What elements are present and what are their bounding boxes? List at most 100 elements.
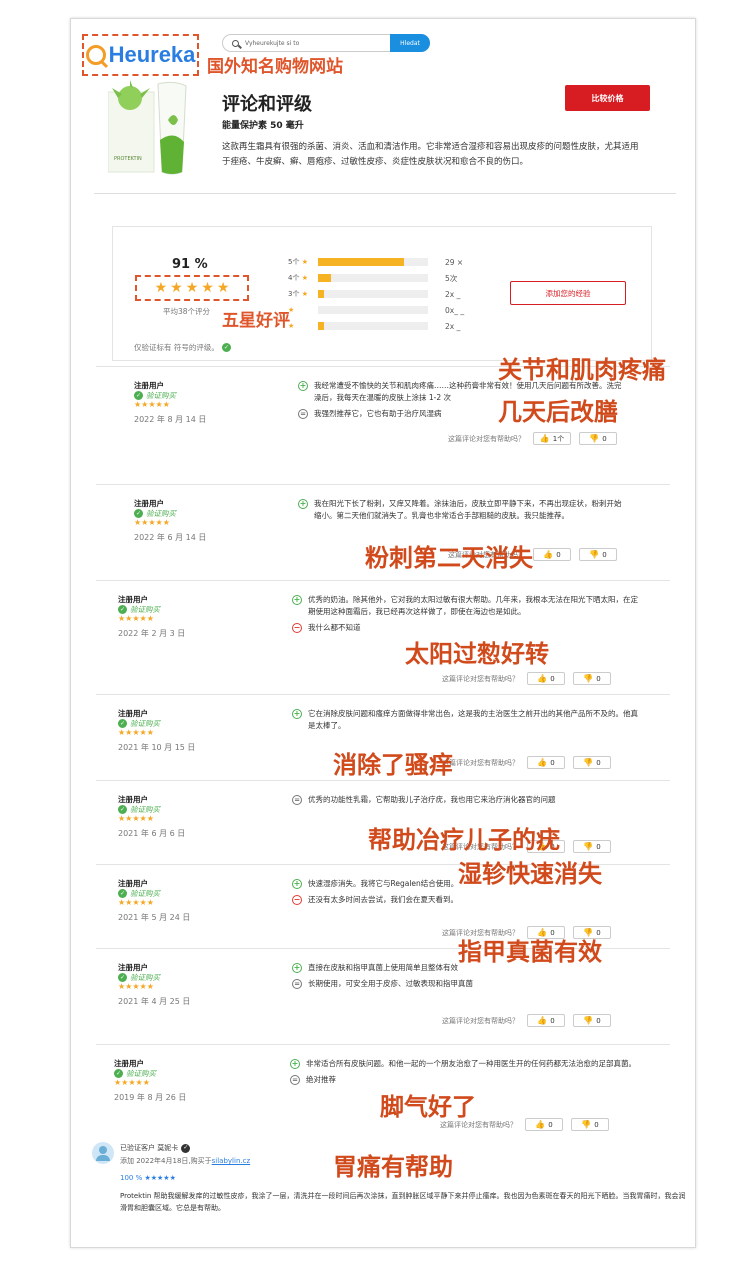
annotation-athletes-foot: 脚气好了 xyxy=(380,1093,476,1121)
rating-bar-row[interactable]: 3个 ★ 2x _ xyxy=(288,289,460,299)
thumbs-down-button[interactable]: 👎 0 xyxy=(573,1014,611,1027)
page-title: 评论和评级 xyxy=(222,94,312,115)
thumbs-up-icon: 👍 xyxy=(537,758,548,767)
plus-circle-icon: + xyxy=(292,963,302,973)
verified-check-icon: ✓ xyxy=(118,889,127,898)
review-text: 非常适合所有皮肤问题。和他一起的一个朋友治愈了一种用医生开的任何药都无法治愈的足… xyxy=(306,1059,636,1068)
thumbs-up-button[interactable]: 👍 0 xyxy=(533,548,571,561)
review-text: 还没有太多时间去尝试，我们会在夏天看到。 xyxy=(308,895,458,904)
search-button[interactable]: Hledat xyxy=(390,34,430,52)
verified-check-icon: ✓ xyxy=(134,391,143,400)
thumbs-down-button[interactable]: 👎 0 xyxy=(571,1118,609,1131)
helpful-prompt: 这篇评论对您有帮助吗？ 👍 0 👎 0 xyxy=(442,672,611,685)
logo-highlight[interactable]: Heureka xyxy=(82,34,199,76)
search-bar[interactable]: Vyheurekujte si to Hledat xyxy=(222,34,430,52)
last-review-user: 已验证客户 莫妮卡 ✓ xyxy=(120,1143,191,1153)
downvote-count: 0 xyxy=(602,434,607,443)
review-date: 2019 年 8 月 26 日 xyxy=(114,1093,187,1102)
review-date: 2022 年 8 月 14 日 xyxy=(134,415,207,424)
compare-prices-button[interactable]: 比较价格 xyxy=(565,85,650,111)
star-icon: ★ xyxy=(170,280,183,296)
thumbs-down-icon: 👎 xyxy=(583,1016,594,1025)
verified-check-icon: ✓ xyxy=(118,973,127,982)
review-summary: = 优秀的功能性乳霜，它帮助我儿子治疗疣，我也用它来治疗消化器官的问题 xyxy=(292,794,642,806)
annotation-acne: 粉刺第二天消失 xyxy=(365,544,533,572)
verified-note: 仅验证标有 符号的评级。 ✓ xyxy=(134,342,231,353)
star-icon: ★ xyxy=(185,280,199,296)
review-pro: + 优秀的奶油。除其他外，它对我的太阳过敏有很大帮助。几年来，我根本无法在阳光下晒… xyxy=(292,594,642,618)
thumbs-up-icon: 👍 xyxy=(535,1120,546,1129)
thumbs-down-button[interactable]: 👎 0 xyxy=(573,840,611,853)
thumbs-up-button[interactable]: 👍 0 xyxy=(527,672,565,685)
rating-bar-count: 0x_ _ xyxy=(445,305,465,315)
review-stars: ★★★★★ xyxy=(114,1078,150,1087)
thumbs-down-icon: 👎 xyxy=(583,674,594,683)
upvote-count: 0 xyxy=(548,1120,553,1129)
annotation-nail-fungus: 指甲真菌有效 xyxy=(458,938,602,966)
add-experience-button[interactable]: 添加您的经验 xyxy=(510,281,626,305)
thumbs-up-button[interactable]: 👍 0 xyxy=(527,1014,565,1027)
average-rating-text: 平均38个评分 xyxy=(163,307,211,316)
shop-link[interactable]: silabylin.cz xyxy=(212,1157,251,1165)
heureka-logo[interactable]: Heureka xyxy=(85,42,195,68)
rating-bar-label-text: 4个 xyxy=(288,274,300,282)
avatar xyxy=(92,1142,114,1164)
rating-bar-row[interactable]: ★ 0x_ _ xyxy=(288,305,464,315)
review-con: − 我什么都不知道 xyxy=(292,622,642,634)
rating-bar-fill xyxy=(318,258,404,266)
review-date: 2021 年 5 月 24 日 xyxy=(118,913,191,922)
plus-circle-icon: + xyxy=(290,1059,300,1069)
annotation-improved: 几天后改膳 xyxy=(498,398,618,426)
review-text: 优秀的功能性乳霜，它帮助我儿子治疗疣，我也用它来治疗消化器官的问题 xyxy=(308,795,556,804)
rating-bar-track xyxy=(318,306,428,314)
rating-bar-count: 2x _ xyxy=(445,289,461,299)
thumbs-down-button[interactable]: 👎 0 xyxy=(573,672,611,685)
annotation-sun-allergy: 太阳过愸好转 xyxy=(405,640,549,668)
verified-check-icon: ✓ xyxy=(221,343,231,352)
rating-bar-label: 4个 ★ xyxy=(288,273,318,283)
thumbs-down-button[interactable]: 👎 0 xyxy=(573,756,611,769)
thumbs-up-button[interactable]: 👍 1个 xyxy=(533,432,571,445)
rating-bar-fill xyxy=(318,322,324,330)
review-text: 直接在皮肤和指甲真菌上使用简单且整体有效 xyxy=(308,963,458,972)
rating-bar-row[interactable]: ★ 2x _ xyxy=(288,321,460,331)
review-pro: + 非常适合所有皮肤问题。和他一起的一个朋友治愈了一种用医生开的任何药都无法治愈的… xyxy=(290,1058,640,1070)
rating-bar-fill xyxy=(318,290,324,298)
thumbs-up-icon: 👍 xyxy=(537,674,548,683)
thumbs-up-button[interactable]: 👍 0 xyxy=(525,1118,563,1131)
thumbs-down-button[interactable]: 👎 0 xyxy=(579,432,617,445)
rating-bar-track xyxy=(318,290,428,298)
rating-bar-label-text: 3个 xyxy=(288,290,300,298)
review-stars: ★★★★★ xyxy=(118,814,154,823)
thumbs-down-icon: 👎 xyxy=(583,842,594,851)
downvote-count: 0 xyxy=(596,1016,601,1025)
last-review-user-name: 已验证客户 莫妮卡 xyxy=(120,1144,179,1152)
review-text: 长期使用，可安全用于皮疹、过敏表现和指甲真菌 xyxy=(308,979,473,988)
equals-circle-icon: = xyxy=(292,795,302,805)
minus-circle-icon: − xyxy=(292,895,302,905)
search-input[interactable]: Vyheurekujte si to xyxy=(245,40,390,47)
star-icon: ★ xyxy=(201,280,214,296)
plus-circle-icon: + xyxy=(298,499,308,509)
last-review-text: Protektin 帮助我缓解发痒的过敏性皮疹，我涂了一层，清洗并在一段时间后再… xyxy=(120,1192,686,1212)
star-icon: ★ xyxy=(299,274,308,282)
review-stars: ★★★★★ xyxy=(134,518,170,527)
rating-percent: 91 % xyxy=(172,257,208,272)
last-review-stars: ★★★★★ xyxy=(144,1174,176,1182)
review-stars: ★★★★★ xyxy=(118,982,154,991)
thumbs-down-button[interactable]: 👎 0 xyxy=(579,548,617,561)
last-review-meta: 添加 2022年4月18日,购买于silabylin.cz xyxy=(120,1156,250,1166)
thumbs-down-icon: 👎 xyxy=(589,434,600,443)
review-stars: ★★★★★ xyxy=(118,614,154,623)
review-text: 快速湿疹消失。我将它与Regalen结合使用。 xyxy=(308,879,459,888)
review-pro: + 我在阳光下长了粉刺，又痒又降着。涂抹油后，皮肤立即平静下来，不再出现症状，粉刺… xyxy=(298,498,628,522)
rating-bar-count: 2x _ xyxy=(445,321,461,331)
logo-annotation: 国外知名购物网站 xyxy=(207,57,343,77)
thumbs-up-button[interactable]: 👍 0 xyxy=(527,756,565,769)
rating-bar-label: ★ xyxy=(288,322,318,330)
rating-bar-row[interactable]: 4个 ★ 5次 xyxy=(288,273,457,283)
helpful-question: 这篇评论对您有帮助吗？ xyxy=(442,674,519,683)
rating-bar-row[interactable]: 5个 ★ 29 × xyxy=(288,257,463,267)
review-stars: ★★★★★ xyxy=(134,400,170,409)
rating-bar-label: 5个 ★ xyxy=(288,257,318,267)
